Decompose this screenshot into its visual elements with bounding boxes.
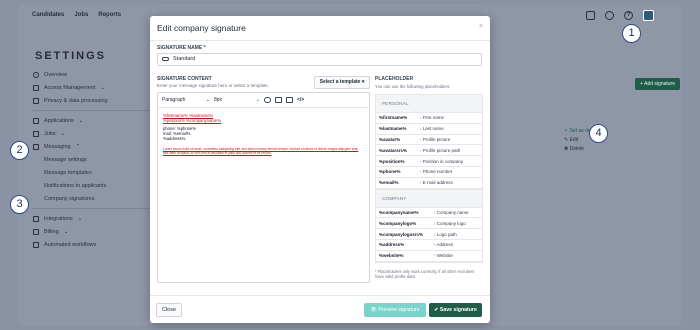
lock-icon (33, 97, 39, 104)
sidebar-sub-notifications[interactable]: Notifications to applicants (33, 179, 158, 192)
sidebar-item-jobs[interactable]: Jobs ⌄ (33, 127, 158, 140)
sidebar-item-billing[interactable]: Billing ⌄ (33, 225, 158, 238)
sidebar-sub-message-templates[interactable]: Message templates (33, 166, 158, 179)
chevron-down-icon: ⌄ (100, 84, 105, 91)
callout-2: 2 (10, 141, 29, 160)
chevron-down-icon: ⌄ (63, 228, 69, 235)
divider (33, 110, 158, 111)
toggle-icon (162, 57, 169, 61)
chevron-down-icon: ⌄ (255, 97, 260, 103)
placeholder-table-company: COMPANY %companyname%Company name %compa… (375, 189, 483, 263)
callout-3: 3 (10, 195, 29, 214)
placeholder-title: PLACEHOLDER (375, 76, 414, 82)
top-icons: ? (586, 10, 654, 21)
briefcase-icon (33, 130, 39, 137)
close-button[interactable]: Close (156, 303, 182, 317)
delete-link[interactable]: ✖ Delete (564, 145, 600, 154)
chat-icon[interactable] (586, 11, 595, 20)
sidebar-item-access[interactable]: Access Management ⌄ (33, 81, 158, 94)
divider (33, 208, 158, 209)
signature-list-panel: + Add signature ✓ Set as default ✎ Edit … (538, 74, 682, 266)
placeholder-hint: You can use the following placeholders: (375, 84, 451, 89)
editor-toolbar: Paragraph ⌄ 8px ⌄ </> (158, 93, 369, 108)
placeholder-row[interactable]: %email%E-mail address (376, 178, 482, 189)
sidebar-item-overview[interactable]: Overview (33, 68, 158, 81)
close-icon[interactable]: × (479, 23, 483, 30)
sidebar-item-integrations[interactable]: Integrations ⌄ (33, 212, 158, 225)
callout-1: 1 (622, 24, 641, 43)
help-icon[interactable]: ? (624, 11, 633, 20)
sidebar-item-messaging[interactable]: Messaging ⌃ (33, 140, 158, 153)
chevron-down-icon: ⌄ (77, 215, 83, 222)
signature-name-label: SIGNATURE NAME * (157, 45, 206, 51)
nav-reports[interactable]: Reports (98, 12, 121, 18)
image-icon[interactable] (275, 97, 282, 103)
table-icon[interactable] (286, 97, 293, 103)
page-title: SETTINGS (35, 50, 107, 62)
code-icon[interactable]: </> (297, 97, 304, 103)
sidebar-item-workflows[interactable]: Automated workflows (33, 238, 158, 251)
chevron-up-icon: ⌃ (75, 143, 81, 150)
placeholder-row[interactable]: %website%Website (376, 251, 482, 262)
key-icon (33, 84, 39, 91)
terminal-icon (33, 215, 39, 222)
modal-footer: Close 👁 Preview signature ✔ Save signatu… (150, 295, 490, 323)
group-header: COMPANY (376, 189, 482, 208)
placeholder-row[interactable]: %companylogosrc%Logo path (376, 229, 482, 240)
placeholder-row[interactable]: %address%Address (376, 240, 482, 251)
sidebar-item-applications[interactable]: Applications ⌄ (33, 114, 158, 127)
signature-editor[interactable]: Paragraph ⌄ 8px ⌄ </> %firstname% %lastnam… (157, 92, 370, 283)
placeholder-row[interactable]: %avatarsrc%Profile picture path (376, 145, 482, 157)
placeholder-row[interactable]: %position%Position in company (376, 156, 482, 167)
avatar[interactable] (643, 10, 654, 21)
callout-4: 4 (589, 124, 608, 143)
placeholder-row[interactable]: %firstname%First name (376, 113, 482, 124)
nav-candidates[interactable]: Candidates (32, 12, 64, 18)
select-template-button[interactable]: Select a template ▾ (314, 76, 370, 89)
editor-content[interactable]: %firstname% %lastname% %position% %compa… (158, 108, 369, 160)
modal-header: Edit company signature (150, 16, 490, 41)
preview-signature-button[interactable]: 👁 Preview signature (364, 303, 426, 317)
modal-title: Edit company signature (157, 23, 246, 33)
placeholder-row[interactable]: %companylogo%Company logo (376, 218, 482, 230)
edit-signature-modal: Edit company signature × SIGNATURE NAME … (150, 16, 490, 323)
placeholder-table-personal: PERSONAL %firstname%First name %lastname… (375, 94, 483, 190)
chevron-down-icon: ⌄ (60, 130, 66, 137)
card-icon (33, 228, 39, 235)
save-signature-button[interactable]: ✔ Save signature (429, 303, 482, 317)
font-size-select[interactable]: 8px ⌄ (214, 97, 260, 103)
paragraph-select[interactable]: Paragraph ⌄ (162, 97, 210, 103)
grid-icon (33, 117, 39, 124)
mail-icon (33, 143, 39, 150)
placeholder-footnote: * Placeholders only work correctly, if a… (375, 268, 475, 279)
sidebar-sub-company-signatures[interactable]: Company signatures (33, 192, 158, 205)
flow-icon (33, 241, 39, 248)
circle-info-icon (33, 71, 39, 78)
settings-icon[interactable] (605, 11, 614, 20)
group-header: PERSONAL (376, 95, 482, 113)
settings-sidebar: Overview Access Management ⌄ Privacy & da… (33, 68, 158, 251)
signature-content-label: SIGNATURE CONTENT (157, 76, 212, 82)
placeholder-row[interactable]: %companyname%Company name (376, 208, 482, 219)
chevron-down-icon: ⌄ (78, 117, 84, 124)
link-icon[interactable] (264, 97, 271, 103)
sidebar-item-privacy[interactable]: Privacy & data processing (33, 94, 158, 107)
signature-name-field[interactable]: Standard (157, 53, 482, 66)
nav-jobs[interactable]: Jobs (74, 12, 88, 18)
placeholder-row[interactable]: %avatar%Profile picture (376, 135, 482, 146)
editor-line: %address% (163, 136, 186, 141)
placeholder-row[interactable]: %lastname%Last name (376, 124, 482, 135)
add-signature-button[interactable]: + Add signature (635, 78, 680, 90)
editor-disclaimer: Lorem ipsum dolor sit amet, consetetur s… (163, 147, 359, 155)
chevron-down-icon: ⌄ (205, 97, 210, 103)
signature-content-hint: Enter your message signature here or sel… (157, 83, 270, 88)
placeholder-row[interactable]: %phone%Phone number (376, 167, 482, 178)
sidebar-sub-message-settings[interactable]: Message settings (33, 153, 158, 166)
placeholder-panel: PLACEHOLDER You can use the following pl… (375, 76, 483, 279)
